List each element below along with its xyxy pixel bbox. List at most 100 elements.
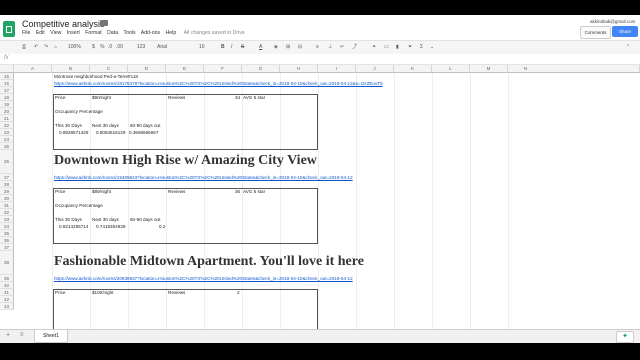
price-value[interactable]: $89/night (92, 189, 111, 194)
sheets-logo-icon[interactable] (3, 21, 15, 37)
row-header[interactable]: 37 (0, 244, 14, 251)
font-select[interactable]: Arial (157, 43, 167, 52)
occupancy-label[interactable]: Occupancy Percentage (55, 203, 103, 208)
valign-icon[interactable]: ⊥ (328, 43, 332, 52)
menu-format[interactable]: Format (85, 30, 101, 36)
row-header[interactable]: 25 (0, 143, 14, 150)
all-sheets-button[interactable]: ≡ (20, 332, 24, 338)
listing-heading[interactable]: Fashionable Midtown Apartment. You'll lo… (54, 254, 364, 270)
comments-button[interactable]: Comments (580, 26, 611, 39)
chart-icon[interactable]: ▮ (396, 43, 399, 52)
comment-icon[interactable]: ▭ (384, 43, 389, 52)
menu-edit[interactable]: Edit (36, 30, 45, 36)
row-header[interactable]: 29 (0, 188, 14, 195)
menu-addons[interactable]: Add-ons (141, 30, 160, 36)
row-header[interactable]: 41 (0, 289, 14, 296)
row-header[interactable]: 34 (0, 223, 14, 230)
reviews-count[interactable]: 2 (237, 290, 240, 295)
row-header[interactable]: 26 (0, 150, 14, 174)
redo-icon[interactable]: ↷ (44, 43, 48, 52)
column-header[interactable]: H (280, 65, 318, 73)
column-header[interactable]: J (356, 65, 394, 73)
text-color-button[interactable]: A (259, 43, 262, 52)
row-header[interactable]: 35 (0, 230, 14, 237)
column-header[interactable]: N (508, 65, 640, 73)
listing-heading[interactable]: Downtown High Rise w/ Amazing City View (54, 153, 317, 169)
listing-title-small[interactable]: Montrose neighborhood Ped-a-Terre#118 (54, 74, 138, 79)
listing-link[interactable]: https://www.airbnb.com/rooms/20938937?lo… (54, 276, 353, 281)
strikethrough-button[interactable]: S (241, 43, 244, 52)
saved-status[interactable]: All changes saved in Drive (184, 30, 245, 36)
column-header[interactable]: I (318, 65, 356, 73)
period-label[interactable]: 60-90 days out (130, 123, 160, 128)
undo-icon[interactable]: ↶ (34, 43, 38, 52)
row-header[interactable]: 23 (0, 129, 14, 136)
row-header[interactable]: 16 (0, 80, 14, 87)
document-title[interactable]: Competitive analysis (22, 19, 105, 29)
row-header[interactable]: 43 (0, 303, 14, 310)
filter-icon[interactable]: ⏷ (408, 43, 412, 52)
row-header[interactable]: 42 (0, 296, 14, 303)
row-header[interactable]: 33 (0, 216, 14, 223)
spreadsheet-grid[interactable]: A B C D E F G H I J K L M N 15 16 17 18 … (0, 65, 640, 329)
occupancy-value[interactable]: 0.8928571429 (59, 130, 88, 135)
occupancy-value[interactable]: 0.8064516129 (96, 130, 125, 135)
borders-icon[interactable]: ⊞ (286, 43, 290, 52)
row-header[interactable]: 39 (0, 275, 14, 282)
menu-insert[interactable]: Insert (67, 30, 80, 36)
more-icon[interactable]: ⌄ (430, 43, 434, 52)
reviews-count[interactable]: 34 (235, 95, 240, 100)
occupancy-value[interactable]: 0.8214285714 (59, 224, 88, 229)
zoom-select[interactable]: 100% (68, 43, 81, 52)
reviews-count[interactable]: 36 (235, 189, 240, 194)
menu-tools[interactable]: Tools (123, 30, 135, 36)
formula-input[interactable] (18, 55, 618, 63)
row-header[interactable]: 31 (0, 202, 14, 209)
reviews-label[interactable]: Reviews (168, 189, 185, 194)
row-header[interactable]: 18 (0, 94, 14, 101)
explore-button[interactable]: ✦ (616, 331, 634, 343)
listing-link[interactable]: https://www.airbnb.com/rooms/19409643?lo… (54, 175, 353, 180)
period-label[interactable]: Next 30 days (92, 217, 119, 222)
merge-cells-icon[interactable]: ⊟ (298, 43, 302, 52)
rating-value[interactable]: AVG 5 star (243, 95, 265, 100)
reviews-label[interactable]: Reviews (168, 290, 185, 295)
fill-color-icon[interactable]: ◈ (274, 43, 278, 52)
price-label[interactable]: Price (55, 290, 65, 295)
price-value[interactable]: $100/night (92, 290, 113, 295)
period-label[interactable]: This 30 Days (55, 123, 82, 128)
row-header[interactable]: 17 (0, 87, 14, 94)
column-header[interactable]: C (90, 65, 128, 73)
occupancy-value[interactable]: 0.7419354839 (96, 224, 125, 229)
menu-help[interactable]: Help (166, 30, 177, 36)
row-header[interactable]: 19 (0, 101, 14, 108)
occupancy-label[interactable]: Occupancy Percentage (55, 109, 103, 114)
menu-data[interactable]: Data (107, 30, 118, 36)
folder-icon[interactable] (100, 20, 108, 26)
column-header[interactable]: F (204, 65, 242, 73)
percent-button[interactable]: % (100, 43, 104, 52)
column-header[interactable]: K (394, 65, 432, 73)
column-header[interactable]: D (128, 65, 166, 73)
align-left-icon[interactable]: ≡ (316, 43, 319, 52)
period-label[interactable]: 60-90 days out (130, 217, 160, 222)
menu-view[interactable]: View (50, 30, 61, 36)
row-header[interactable]: 32 (0, 209, 14, 216)
print-icon[interactable]: ⎙ (22, 43, 26, 52)
price-value[interactable]: $90/night (92, 95, 111, 100)
row-header[interactable]: 22 (0, 122, 14, 129)
row-header[interactable]: 36 (0, 237, 14, 244)
column-header[interactable]: G (242, 65, 280, 73)
period-label[interactable]: This 30 Days (55, 217, 82, 222)
price-label[interactable]: Price (55, 189, 65, 194)
share-button[interactable]: Share (612, 26, 638, 37)
row-header[interactable]: 20 (0, 108, 14, 115)
column-header[interactable]: M (470, 65, 508, 73)
collapse-icon[interactable]: ⌃ (626, 43, 630, 52)
column-header[interactable]: A (14, 65, 52, 73)
more-formats-button[interactable]: 123 (137, 43, 145, 52)
column-header[interactable]: E (166, 65, 204, 73)
rating-value[interactable]: AVG 5 star (243, 189, 265, 194)
occupancy-value[interactable]: 0.3666666667 (129, 130, 158, 135)
listing-link[interactable]: https://www.airbnb.com/rooms/18176379?lo… (54, 81, 383, 86)
